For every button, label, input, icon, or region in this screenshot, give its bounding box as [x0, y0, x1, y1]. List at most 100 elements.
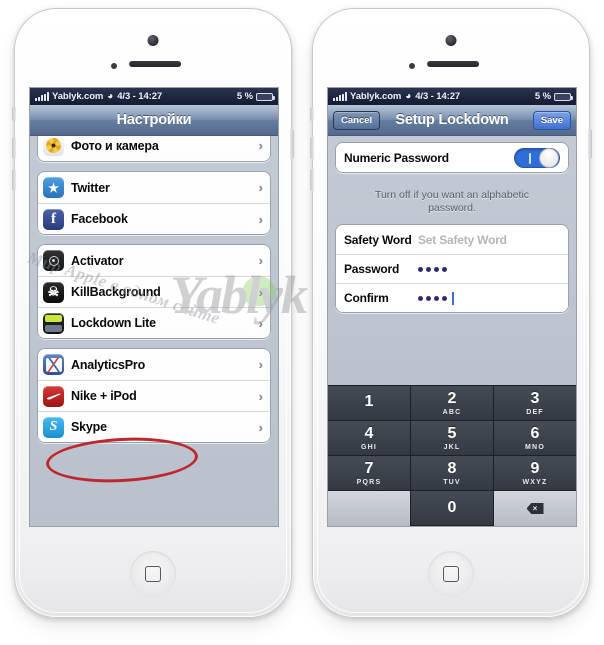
skype-icon: S [43, 416, 64, 438]
sidebar-item-killbackground[interactable]: ☠ KillBackground › [38, 276, 270, 307]
earpiece-speaker [129, 61, 182, 67]
list-item-label: Skype [71, 420, 107, 434]
save-button[interactable]: Save [532, 110, 571, 130]
battery-percent-label: 5 % [236, 91, 253, 102]
key-1[interactable]: 1 [328, 386, 411, 421]
key-letters: ABC [442, 408, 462, 416]
safety-word-row[interactable]: Safety Word Set Safety Word [336, 225, 568, 255]
volume-down-button[interactable] [12, 169, 16, 191]
numeric-password-row[interactable]: Numeric Password [336, 143, 568, 172]
photos-icon [43, 136, 64, 156]
killbackground-icon: ☠ [43, 281, 64, 303]
key-number: 4 [364, 424, 374, 442]
sidebar-item-lockdown-lite[interactable]: Lockdown Lite › [38, 307, 270, 338]
key-4[interactable]: 4 GHI [328, 421, 411, 456]
datetime-label: 4/3 - 14:27 [117, 91, 163, 102]
list-item-label: Фото и камера [71, 138, 159, 153]
confirm-row[interactable]: Confirm [336, 283, 568, 313]
key-number: 2 [447, 389, 457, 407]
chevron-right-icon: › [258, 284, 263, 300]
key-number: 3 [530, 389, 540, 407]
carrier-label: Yablyk.com [350, 91, 402, 102]
chevron-right-icon: › [258, 180, 263, 195]
key-number: 0 [447, 499, 457, 516]
key-2[interactable]: 2 ABC [411, 386, 494, 421]
volume-down-button[interactable] [310, 169, 314, 191]
page-title: Настройки [116, 112, 192, 128]
form-hint-text: Turn off if you want an alphabetic passw… [374, 189, 530, 215]
key-letters: DEF [526, 408, 544, 416]
delete-backward-icon: × [526, 503, 544, 514]
home-square-icon [145, 566, 161, 582]
volume-up-button[interactable] [12, 137, 16, 159]
wifi-icon: ◕ [405, 90, 412, 102]
sidebar-item-photos-camera[interactable]: Фото и камера › [38, 136, 270, 161]
list-item-label: Activator [71, 253, 124, 268]
dual-phone-comparison: Yablyk.com ◕ 4/3 - 14:27 5 % Настройки Ф… [0, 0, 604, 645]
signal-bars-icon [333, 92, 347, 101]
battery-percent-label: 5 % [534, 91, 551, 102]
key-7[interactable]: 7 PQRS [328, 456, 411, 491]
nike-icon [43, 385, 64, 407]
key-0[interactable]: 0 [411, 491, 494, 526]
settings-group-media: Фото и камера › [37, 136, 271, 162]
silent-switch[interactable] [310, 107, 314, 121]
key-letters: WXYZ [522, 478, 548, 486]
settings-group-apps: AnalyticsPro › Nike + iPod › S Skype › [37, 348, 271, 443]
silent-switch[interactable] [12, 107, 16, 121]
key-letters: PQRS [356, 478, 382, 486]
chevron-right-icon: › [258, 138, 263, 153]
key-3[interactable]: 3 DEF [494, 386, 576, 421]
right-screen: Yablyk.com ◕ 4/3 - 14:27 5 % Cancel Setu… [327, 87, 577, 527]
chevron-right-icon: › [258, 419, 263, 435]
text-cursor [452, 291, 454, 305]
sidebar-item-activator[interactable]: Activator › [38, 245, 270, 276]
analyticspro-icon [43, 354, 64, 375]
activator-icon [43, 250, 64, 271]
safety-word-input[interactable]: Set Safety Word [418, 233, 507, 247]
key-number: 7 [364, 459, 374, 477]
chevron-right-icon: › [258, 357, 263, 372]
home-button[interactable] [428, 551, 474, 597]
sidebar-item-analyticspro[interactable]: AnalyticsPro › [38, 349, 270, 380]
sidebar-item-facebook[interactable]: f Facebook › [38, 203, 270, 234]
key-5[interactable]: 5 JKL [411, 421, 494, 456]
list-item-label: KillBackground [71, 285, 161, 299]
confirm-input[interactable] [418, 291, 454, 305]
numeric-password-toggle[interactable] [514, 147, 560, 168]
key-number: 1 [364, 393, 374, 410]
right-nav-bar: Cancel Setup Lockdown Save [328, 105, 576, 136]
power-button[interactable] [588, 129, 592, 159]
key-letters: MNO [525, 443, 545, 451]
key-number: 8 [447, 459, 457, 477]
list-item-label: AnalyticsPro [71, 357, 146, 372]
settings-list[interactable]: Фото и камера › ★ Twitter › f Facebook › [30, 136, 278, 526]
numeric-password-label: Numeric Password [344, 150, 449, 165]
key-9[interactable]: 9 WXYZ [494, 456, 576, 491]
password-row[interactable]: Password [336, 254, 568, 284]
numeric-keypad[interactable]: 1 2 ABC 3 DEF 4 GHI 5 JKL 6 MNO 7 PQRS 8… [328, 385, 576, 526]
key-delete[interactable]: × [494, 491, 576, 526]
carrier-label: Yablyk.com [52, 91, 104, 102]
sidebar-item-skype[interactable]: S Skype › [38, 411, 270, 442]
key-letters: JKL [443, 443, 461, 451]
key-letters: TUV [443, 478, 461, 486]
sidebar-item-twitter[interactable]: ★ Twitter › [38, 172, 270, 203]
key-blank-left[interactable] [328, 491, 411, 526]
lockdown-lite-icon [43, 312, 64, 334]
chevron-right-icon: › [258, 211, 263, 227]
key-8[interactable]: 8 TUV [411, 456, 494, 491]
cancel-button[interactable]: Cancel [333, 110, 381, 130]
settings-group-tweaks: Activator › ☠ KillBackground › Lockdown … [37, 244, 271, 339]
home-button[interactable] [130, 551, 176, 597]
right-iphone-device: Yablyk.com ◕ 4/3 - 14:27 5 % Cancel Setu… [310, 8, 592, 618]
settings-group-social: ★ Twitter › f Facebook › [37, 171, 271, 235]
left-iphone-device: Yablyk.com ◕ 4/3 - 14:27 5 % Настройки Ф… [12, 8, 294, 618]
power-button[interactable] [290, 129, 294, 159]
volume-up-button[interactable] [310, 137, 314, 159]
datetime-label: 4/3 - 14:27 [415, 91, 461, 102]
password-input[interactable] [418, 266, 447, 272]
key-6[interactable]: 6 MNO [494, 421, 576, 456]
sidebar-item-nike-ipod[interactable]: Nike + iPod › [38, 380, 270, 411]
battery-icon [256, 92, 275, 101]
